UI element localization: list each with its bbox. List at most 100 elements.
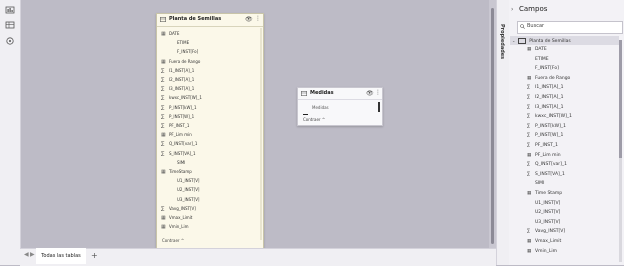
fields-panel-item[interactable]: ∑ Vavg_INST[V] (527, 227, 565, 236)
table-field-label: U3_INST[V] (177, 196, 200, 202)
table-field-label: U1_INST[V] (177, 178, 200, 184)
measures-item[interactable]: Medidas (312, 105, 329, 110)
table-field-row[interactable]: U1_INST[V] (161, 177, 199, 185)
fields-panel-item[interactable]: ∑ P_INST[kW]_1 (527, 122, 566, 131)
table-field-row[interactable]: ▦ Vmin_Lim (161, 223, 189, 231)
table-field-label: I3_INST[A]_1 (169, 86, 195, 92)
tab-next-arrow-icon[interactable]: ▶ (30, 251, 35, 258)
table-field-label: I1_INST[A]_1 (169, 67, 195, 73)
fields-panel-item[interactable]: ∑ Q_INST[var]_1 (527, 160, 567, 169)
fields-panel-item[interactable]: U2_INST[V] (527, 208, 560, 217)
table-field-row[interactable]: U3_INST[V] (161, 196, 199, 204)
table-field-row[interactable]: ETIME (161, 39, 189, 47)
sigma-icon: ∑ (161, 123, 165, 129)
table-icon: ▦ (161, 215, 166, 221)
fields-panel-item[interactable]: ∑ I3_INST[A]_1 (527, 103, 563, 112)
table-field-label: I2_INST[A]_1 (169, 77, 195, 82)
table-field-row[interactable]: U2_INST[V] (161, 186, 199, 194)
fields-panel-item-label: Vavg_INST[V] (535, 229, 566, 235)
sigma-icon: ∑ (527, 162, 531, 168)
add-tab-button[interactable]: + (91, 251, 98, 260)
tab-prev-arrow-icon[interactable]: ◀ (24, 251, 29, 258)
fields-panel-item[interactable]: U3_INST[V] (527, 218, 560, 227)
fields-panel-item[interactable]: ∑ kwxc_INST[W]_1 (527, 112, 572, 121)
fields-panel-item[interactable]: ETIME (527, 55, 549, 64)
table-field-label: PF_Lim min (169, 132, 192, 138)
sigma-icon: ∑ (527, 229, 531, 235)
table-field-row[interactable]: ∑ S_INST[VA]_1 (161, 150, 196, 158)
table-card-scrollbar[interactable] (260, 28, 262, 240)
table-icon: ▦ (527, 152, 532, 158)
table-field-row[interactable]: ▦ Vmax_Limit (161, 214, 192, 222)
fields-panel-item[interactable]: U1_INST[V] (527, 199, 560, 208)
more-options-icon[interactable]: ⋮ (375, 89, 381, 96)
measures-card-collapse-button[interactable]: Contraer ^ (303, 117, 325, 122)
table-icon: ▦ (527, 191, 532, 196)
table-field-row[interactable]: ∑ P_INST[W]_1 (161, 113, 194, 121)
fields-panel-item-label: F_INST[Fo] (535, 66, 559, 72)
table-card-planta-de-semillas[interactable]: Planta de Semillas 👁 ⋮ ▦ DATE ETIME F_INST[… (156, 13, 264, 249)
table-field-row[interactable]: ▦ PF_Lim min (161, 131, 192, 139)
table-field-row[interactable]: ∑ I1_INST[A]_1 (161, 67, 194, 75)
table-card-collapse-button[interactable]: Contraer ^ (162, 238, 184, 243)
fields-panel-item[interactable]: SIMI (527, 179, 544, 188)
fields-table-row[interactable]: ⌄ Planta de Semillas (512, 36, 571, 45)
sigma-icon: ∑ (161, 150, 165, 157)
model-view-icon[interactable] (5, 37, 15, 45)
tab-todas-las-tablas[interactable]: Todas las tablas (36, 248, 86, 264)
chevron-right-icon[interactable]: › (511, 6, 513, 13)
fields-panel-item[interactable]: ∑ I1_INST[A]_1 (527, 83, 563, 92)
fields-panel-item[interactable]: F_INST[Fo] (527, 64, 559, 73)
properties-panel-label[interactable]: Propiedades (499, 24, 505, 59)
fields-panel-item[interactable]: ∑ I2_INST[A]_1 (527, 93, 563, 102)
fields-panel-item[interactable]: ∑ PF_INST_1 (527, 141, 558, 150)
table-icon: ▦ (527, 248, 532, 254)
table-card-header[interactable]: Planta de Semillas 👁 ⋮ (157, 14, 263, 27)
table-icon: ▦ (161, 58, 166, 65)
table-field-row[interactable]: ▦ TimeStamp (161, 168, 192, 176)
fields-panel-title: Campos (519, 5, 548, 13)
fields-panel-item-label: Vmin_Lim (535, 248, 557, 254)
table-field-label: U2_INST[V] (177, 187, 200, 193)
table-field-row[interactable]: SIMI (161, 159, 185, 167)
fields-panel-scroll-thumb[interactable] (619, 40, 622, 158)
table-field-label: S_INST[VA]_1 (169, 150, 196, 156)
fields-panel-item[interactable]: ∑ S_INST[VA]_1 (527, 170, 565, 179)
table-card-title: Planta de Semillas (169, 16, 222, 22)
table-view-icon[interactable] (5, 21, 15, 29)
table-field-row[interactable]: ∑ Vavg_INST[V] (161, 205, 196, 213)
fields-panel-item[interactable]: ▦ Vmin_Lim (527, 247, 557, 256)
visibility-eye-icon[interactable]: 👁 (366, 90, 374, 97)
fields-panel-item-label: kwxc_INST[W]_1 (535, 114, 572, 120)
fields-panel-item[interactable]: ∑ P_INST[W]_1 (527, 131, 563, 140)
fields-panel-item[interactable]: ▦ Vmax_Limit (527, 237, 561, 246)
table-field-label: Vmin_Lim (169, 224, 189, 230)
table-field-row[interactable]: ∑ P_INST[kW]_1 (161, 104, 197, 112)
table-field-row[interactable]: ∑ PF_INST_1 (161, 122, 189, 130)
table-field-row[interactable]: ▦ DATE (161, 30, 179, 38)
fields-panel-item[interactable]: ▦ PF_Lim min (527, 151, 561, 160)
more-options-icon[interactable]: ⋮ (255, 15, 261, 22)
table-field-row[interactable]: ∑ I2_INST[A]_1 (161, 76, 194, 84)
measures-card[interactable]: Medidas 👁 ⋮ Medidas Contraer ^ (297, 87, 383, 126)
fields-panel-item[interactable]: ▦ Fuera de Rango (527, 74, 570, 83)
sigma-icon: ∑ (527, 95, 531, 100)
measures-card-scrollbar[interactable] (378, 102, 380, 112)
table-field-label: SIMI (177, 159, 186, 165)
table-field-row[interactable]: F_INST[Fo] (161, 48, 198, 56)
table-field-row[interactable]: ∑ kwxc_INST[W]_1 (161, 94, 202, 102)
table-field-row[interactable]: ∑ I3_INST[A]_1 (161, 85, 194, 93)
canvas-scroll-thumb[interactable] (491, 8, 494, 244)
sigma-icon: ∑ (527, 171, 531, 177)
report-view-icon[interactable] (5, 6, 15, 14)
measures-card-title: Medidas (310, 90, 334, 96)
fields-panel-item[interactable]: ▦ Time Stamp (527, 189, 562, 198)
table-field-row[interactable]: ∑ Q_INST[var]_1 (161, 140, 197, 148)
visibility-eye-icon[interactable]: 👁 (245, 16, 253, 23)
table-field-row[interactable]: ▦ Fuera de Rango (161, 58, 200, 66)
fields-panel-item-label: I2_INST[A]_1 (535, 95, 564, 100)
fields-panel-item-label: ETIME (535, 56, 549, 62)
fields-panel-item[interactable]: ▦ DATE (527, 45, 547, 54)
measures-card-divider (298, 99, 382, 100)
sigma-icon: ∑ (527, 114, 531, 120)
